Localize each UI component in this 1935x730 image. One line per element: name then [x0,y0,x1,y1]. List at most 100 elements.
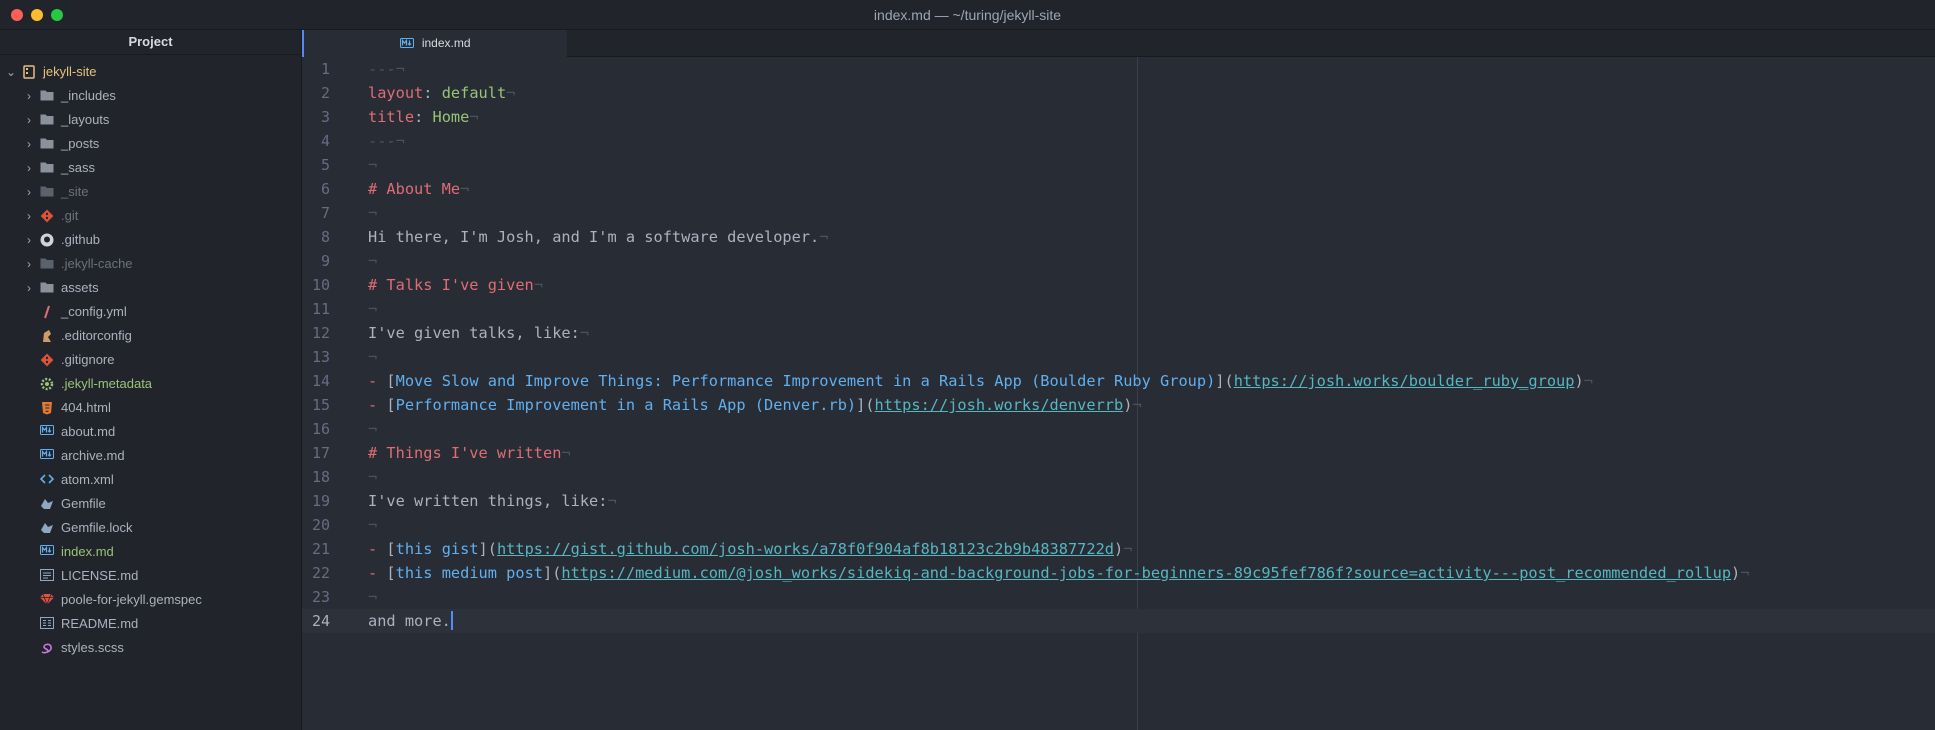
code-token: ¬ [368,156,378,174]
editor-line[interactable]: 1 ---¬ [302,57,1935,81]
tree-file-index-md[interactable]: index.md [0,540,301,564]
tree-file-atom-xml[interactable]: atom.xml [0,468,301,492]
editor-line[interactable]: 5 ¬ [302,153,1935,177]
editor-line[interactable]: 14 - [Move Slow and Improve Things: Perfo… [302,369,1935,393]
chevron-right-icon[interactable]: › [23,156,35,180]
chevron-right-icon[interactable]: › [23,108,35,132]
tree-folder-sass[interactable]: › _sass [0,156,301,180]
editor-line[interactable]: 4 ---¬ [302,129,1935,153]
tree-folder-site[interactable]: › _site [0,180,301,204]
tree-file-gemfile-lock[interactable]: Gemfile.lock [0,516,301,540]
code-icon [40,473,54,487]
tree-folder-layouts[interactable]: › _layouts [0,108,301,132]
tree-item-label: LICENSE.md [61,568,139,583]
tree-file-jekyll-metadata[interactable]: .jekyll-metadata [0,372,301,396]
line-code: ---¬ [368,57,405,81]
editor-line[interactable]: 18 ¬ [302,465,1935,489]
line-number: 11 [311,300,330,318]
editor-line[interactable]: 6 # About Me¬ [302,177,1935,201]
tree-file-readme-md[interactable]: README.md [0,612,301,636]
tree-file-config-yml[interactable]: _config.yml [0,300,301,324]
code-token: - [368,540,387,558]
code-token: I've written things, like: [368,492,608,510]
editor-line[interactable]: 19 I've written things, like:¬ [302,489,1935,513]
line-code: # About Me¬ [368,177,469,201]
markdown-icon [40,449,54,463]
code-token: [ [386,564,396,582]
line-code: title: Home¬ [368,105,479,129]
chevron-right-icon[interactable]: › [23,84,35,108]
tree-folder-assets[interactable]: › assets [0,276,301,300]
tree-file-poole-for-jekyll-gemspec[interactable]: poole-for-jekyll.gemspec [0,588,301,612]
editor-line[interactable]: 7 ¬ [302,201,1935,225]
code-token: ) [1731,564,1741,582]
tree-file-editorconfig[interactable]: .editorconfig [0,324,301,348]
code-token: ¬ [1123,540,1133,558]
editor-line[interactable]: 8 Hi there, I'm Josh, and I'm a software … [302,225,1935,249]
text-editor[interactable]: 1 ---¬ 2 layout: default¬ 3 title: Home¬ 4 ---¬… [302,57,1935,730]
code-token: ¬ [368,204,378,222]
code-token: # About Me [368,180,461,198]
line-number: 7 [320,204,330,222]
editor-line[interactable]: 11 ¬ [302,297,1935,321]
chevron-right-icon[interactable]: › [23,228,35,252]
code-token: ]( [1215,372,1234,390]
link-url[interactable]: https://medium.com/@josh_works/sidekiq-a… [561,564,1731,582]
editor-line[interactable]: 20 ¬ [302,513,1935,537]
link-url[interactable]: https://josh.works/boulder_ruby_group [1234,372,1575,390]
chevron-right-icon[interactable]: › [23,204,35,228]
tree-folder-git[interactable]: › .git [0,204,301,228]
tree-file-archive-md[interactable]: archive.md [0,444,301,468]
tree-root-jekyll-site[interactable]: ⌄ jekyll-site [0,60,301,84]
editor-line[interactable]: 13 ¬ [302,345,1935,369]
tree-file-404-html[interactable]: 404.html [0,396,301,420]
tree-file-gemfile[interactable]: Gemfile [0,492,301,516]
code-token: [ [386,396,396,414]
tree-file-styles-scss[interactable]: styles.scss [0,636,301,660]
chevron-right-icon[interactable]: › [23,180,35,204]
tree-item-label: archive.md [61,448,125,463]
tree-folder-github[interactable]: › .github [0,228,301,252]
link-url[interactable]: https://gist.github.com/josh-works/a78f0… [497,540,1114,558]
tree-item-label: .github [61,232,101,247]
link-url[interactable]: https://josh.works/denverrb [875,396,1124,414]
html5-icon [40,401,54,415]
tree-file-license-md[interactable]: LICENSE.md [0,564,301,588]
editor-line[interactable]: 16 ¬ [302,417,1935,441]
ruby-gem-icon [40,593,54,607]
tab-index-md[interactable]: index.md [302,30,567,57]
editor-line[interactable]: 12 I've given talks, like:¬ [302,321,1935,345]
tree-folder-posts[interactable]: › _posts [0,132,301,156]
line-number: 17 [311,444,330,462]
sass-icon [40,641,54,655]
tree-file-gitignore[interactable]: .gitignore [0,348,301,372]
line-code: ¬ [368,201,377,225]
editor-line[interactable]: 22 - [this medium post](https://medium.co… [302,561,1935,585]
tree-folder-jekyll-cache[interactable]: › .jekyll-cache [0,252,301,276]
editor-line[interactable]: 24 and more. [302,609,1935,633]
editor-lines: 1 ---¬ 2 layout: default¬ 3 title: Home¬ 4 ---¬… [302,57,1935,633]
editor-line[interactable]: 23 ¬ [302,585,1935,609]
editor-line[interactable]: 15 - [Performance Improvement in a Rails … [302,393,1935,417]
markdown-icon [40,425,54,439]
tree-folder-includes[interactable]: › _includes [0,84,301,108]
code-token: ¬ [1740,564,1750,582]
chevron-right-icon[interactable]: › [23,132,35,156]
title-bar: index.md — ~/turing/jekyll-site [0,0,1935,30]
editor-line[interactable]: 3 title: Home¬ [302,105,1935,129]
tree-item-label: .jekyll-cache [61,256,133,271]
line-code: ¬ [368,153,377,177]
tree-item-label: Gemfile [61,496,106,511]
editor-line[interactable]: 17 # Things I've written¬ [302,441,1935,465]
editor-line[interactable]: 2 layout: default¬ [302,81,1935,105]
editor-line[interactable]: 10 # Talks I've given¬ [302,273,1935,297]
line-number: 20 [311,516,330,534]
chevron-right-icon[interactable]: › [23,252,35,276]
editor-line[interactable]: 21 - [this gist](https://gist.github.com/… [302,537,1935,561]
tree-file-about-md[interactable]: about.md [0,420,301,444]
chevron-right-icon[interactable]: › [23,276,35,300]
line-code: ¬ [368,513,377,537]
chevron-down-icon[interactable]: ⌄ [5,60,17,84]
license-icon [40,569,54,583]
editor-line[interactable]: 9 ¬ [302,249,1935,273]
